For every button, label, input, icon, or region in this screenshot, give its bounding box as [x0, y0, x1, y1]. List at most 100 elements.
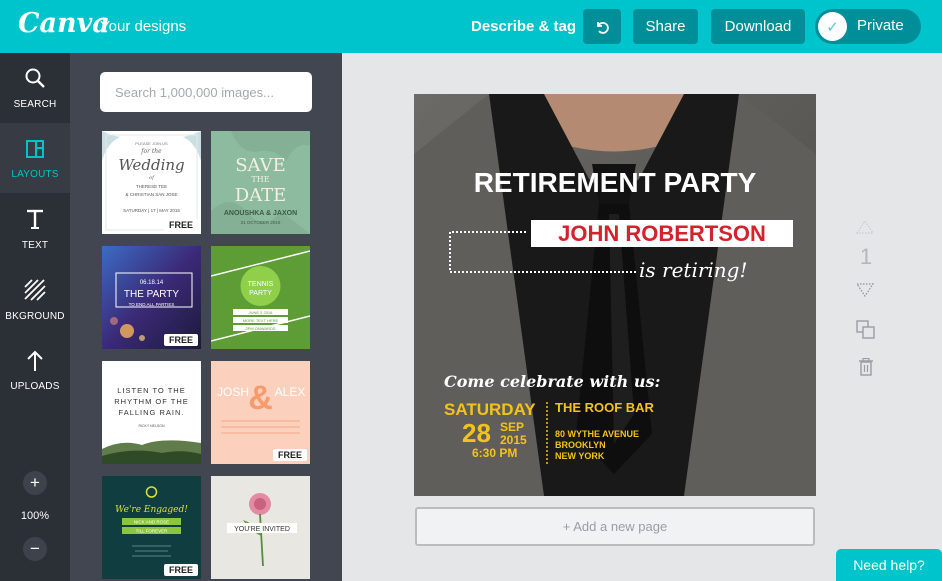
left-nav: SEARCH LAYOUTS TEXT BKGROUND UPLOADS + 1…	[0, 53, 70, 581]
describe-tag-link[interactable]: Describe & tag	[471, 18, 576, 35]
free-badge: FREE	[163, 219, 198, 231]
download-button[interactable]: Download	[711, 9, 805, 44]
nav-search-label: SEARCH	[13, 99, 57, 110]
undo-icon	[597, 21, 609, 34]
nav-uploads[interactable]: UPLOADS	[0, 335, 70, 405]
save-line5: 21 OCTOBER 2015	[241, 220, 281, 225]
zoom-out-button[interactable]: −	[23, 537, 47, 561]
nav-uploads-label: UPLOADS	[10, 381, 60, 392]
rain-thumb-art: LISTEN TO THE RHYTHM OF THE FALLING RAIN…	[102, 361, 201, 464]
canvas-come[interactable]: Come celebrate with us:	[444, 372, 660, 391]
top-bar: Canva Your designs Describe & tag Share …	[0, 0, 942, 53]
layout-thumb-tennis[interactable]: TENNIS PARTY JUNE 2 2016 MORE TEXT HERE …	[211, 246, 310, 349]
share-button[interactable]: Share	[633, 9, 698, 44]
page-number: 1	[859, 244, 873, 269]
save-date-thumb-art: SAVE THE DATE ANOUSHKA & JAXON 21 OCTOBE…	[211, 131, 310, 234]
nav-text-label: TEXT	[21, 240, 49, 251]
nav-layouts[interactable]: LAYOUTS	[0, 123, 70, 193]
move-page-down-icon[interactable]	[855, 283, 875, 302]
rain-l4: RICKY NELSON	[139, 424, 165, 428]
check-icon: ✓	[818, 12, 847, 41]
canvas-name[interactable]: JOHN ROBERTSON	[558, 221, 766, 246]
layout-thumb-wedding[interactable]: PLEASE JOIN US for the Wedding of THERES…	[102, 131, 201, 234]
canvas-time[interactable]: 6:30 PM	[472, 446, 517, 460]
rain-l2: RHYTHM OF THE	[114, 397, 189, 406]
image-search-box[interactable]	[100, 72, 312, 112]
upload-arrow-icon	[0, 349, 70, 379]
canvas-retiring[interactable]: is retiring!	[639, 258, 748, 282]
layout-thumb-invited[interactable]: YOU'RE INVITED	[211, 476, 310, 579]
undo-button[interactable]	[583, 9, 621, 44]
layout-thumb-engaged[interactable]: We're Engaged! NICK AND ROSE TILL FOREVE…	[102, 476, 201, 579]
private-toggle[interactable]: ✓ Private	[815, 9, 921, 44]
engaged-r1: NICK AND ROSE	[134, 520, 169, 525]
nav-background-label: BKGROUND	[5, 311, 65, 322]
layouts-icon	[0, 137, 70, 167]
copy-page-icon[interactable]	[856, 320, 876, 345]
canvas-date[interactable]: 28	[462, 418, 491, 448]
party-title: THE PARTY	[124, 289, 180, 300]
party-sub: TO END ALL PARTIES	[129, 302, 175, 307]
engaged-title: We're Engaged!	[115, 505, 188, 515]
canvas-year[interactable]: 2015	[500, 433, 527, 447]
canvas-venue[interactable]: THE ROOF BAR	[555, 400, 655, 415]
design-canvas[interactable]: RETIREMENT PARTY JOHN ROBERTSON is retir…	[414, 94, 816, 496]
canvas-addr2[interactable]: BROOKLYN	[555, 440, 606, 450]
trash-icon[interactable]	[858, 357, 874, 381]
canvas-month[interactable]: SEP	[500, 420, 524, 434]
josh-n1: JOSH	[217, 385, 249, 399]
nav-background[interactable]: BKGROUND	[0, 265, 70, 335]
rain-l1: LISTEN TO THE	[117, 386, 185, 395]
free-badge: FREE	[163, 334, 198, 346]
nav-search[interactable]: SEARCH	[0, 53, 70, 123]
wedding-line1: PLEASE JOIN US	[135, 141, 168, 146]
tennis-d1: JUNE 2 2016	[249, 310, 274, 315]
engaged-r2: TILL FOREVER	[136, 529, 169, 534]
tennis-d3: 2PM ONWARDS	[245, 326, 275, 331]
rain-l3: FALLING RAIN.	[119, 408, 185, 417]
party-date: 06.18.14	[140, 280, 164, 286]
private-label: Private	[857, 17, 904, 34]
tennis-d2: MORE TEXT HERE	[243, 318, 279, 323]
wedding-line5: THERESE TEE	[136, 184, 167, 189]
move-page-up-icon[interactable]	[855, 219, 875, 239]
layouts-panel: PLEASE JOIN US for the Wedding of THERES…	[70, 53, 342, 581]
wedding-line2: for the	[140, 148, 162, 155]
layout-thumb-josh-alex[interactable]: & JOSH ALEX FREE	[211, 361, 310, 464]
text-icon	[0, 208, 70, 238]
free-badge: FREE	[272, 449, 307, 461]
canvas-artwork: RETIREMENT PARTY JOHN ROBERTSON is retir…	[414, 94, 816, 496]
background-icon	[0, 279, 70, 309]
add-new-page-button[interactable]: + Add a new page	[415, 507, 815, 546]
zoom-in-button[interactable]: +	[23, 471, 47, 495]
save-line3: DATE	[235, 185, 287, 206]
wedding-title: Wedding	[118, 156, 184, 174]
tennis-thumb-art: TENNIS PARTY JUNE 2 2016 MORE TEXT HERE …	[211, 246, 310, 349]
zoom-level: 100%	[20, 510, 50, 522]
invited-title: YOU'RE INVITED	[234, 526, 290, 533]
need-help-button[interactable]: Need help?	[836, 549, 942, 581]
free-badge: FREE	[163, 564, 198, 576]
josh-amp: &	[248, 379, 273, 417]
canvas-title[interactable]: RETIREMENT PARTY	[474, 167, 757, 198]
nav-text[interactable]: TEXT	[0, 194, 70, 264]
save-line2: THE	[251, 175, 269, 184]
layout-thumb-party[interactable]: 06.18.14 THE PARTY TO END ALL PARTIES FR…	[102, 246, 201, 349]
layout-thumb-rain[interactable]: LISTEN TO THE RHYTHM OF THE FALLING RAIN…	[102, 361, 201, 464]
your-designs-link[interactable]: Your designs	[100, 18, 186, 35]
search-icon	[0, 67, 70, 97]
invited-thumb-art: YOU'RE INVITED	[211, 476, 310, 579]
canva-logo[interactable]: Canva	[18, 8, 110, 39]
save-line4: ANOUSHKA & JAXON	[224, 210, 297, 217]
canvas-addr3[interactable]: NEW YORK	[555, 451, 605, 461]
layout-thumb-save-the-date[interactable]: SAVE THE DATE ANOUSHKA & JAXON 21 OCTOBE…	[211, 131, 310, 234]
wedding-line7: SATURDAY | 17 | MAY 2015	[123, 208, 180, 213]
josh-n2: ALEX	[275, 385, 306, 399]
nav-layouts-label: LAYOUTS	[11, 169, 59, 180]
canvas-day[interactable]: SATURDAY	[444, 400, 536, 419]
save-line1: SAVE	[235, 155, 286, 176]
tennis-sub: PARTY	[249, 290, 272, 297]
canvas-addr1[interactable]: 80 WYTHE AVENUE	[555, 429, 639, 439]
wedding-line6: & CHRISTIAN SAN JOSE	[125, 192, 177, 197]
image-search-input[interactable]	[100, 72, 312, 112]
